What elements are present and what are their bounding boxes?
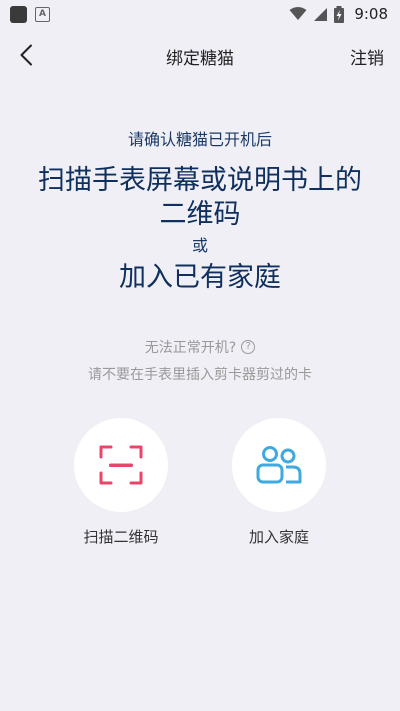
instruction-line-2: 二维码 — [159, 199, 241, 230]
scan-qr-circle[interactable] — [74, 418, 168, 512]
instruction-subtitle: 请确认糖猫已开机后 — [127, 130, 272, 149]
a-notification-icon: A — [35, 6, 50, 22]
status-time: 9:08 — [354, 5, 388, 23]
instruction-line-3: 加入已有家庭 — [119, 262, 281, 293]
battery-charging-icon — [334, 5, 345, 23]
sim-warning-text: 请不要在手表里插入剪卡器剪过的卡 — [88, 367, 312, 383]
instruction-line-1: 扫描手表屏幕或说明书上的 — [38, 165, 362, 196]
power-on-hint-text: 无法正常开机? — [144, 340, 237, 356]
scan-icon — [99, 445, 143, 485]
family-icon — [256, 446, 302, 484]
join-family-circle[interactable] — [232, 418, 326, 512]
app-square-icon — [10, 5, 27, 23]
join-family-button[interactable]: 加入家庭 — [229, 418, 329, 547]
status-bar: A 9:08 — [0, 0, 400, 28]
instruction-or: 或 — [191, 236, 208, 255]
logout-button[interactable]: 注销 — [350, 44, 384, 69]
instruction-block: 请确认糖猫已开机后 扫描手表屏幕或说明书上的 二维码 或 加入已有家庭 — [0, 128, 400, 296]
join-family-label: 加入家庭 — [248, 528, 309, 546]
wifi-icon — [289, 7, 307, 20]
question-circle-icon[interactable]: ? — [241, 340, 256, 354]
page-title: 绑定糖猫 — [166, 49, 234, 69]
scan-qr-button[interactable]: 扫描二维码 — [71, 418, 171, 547]
scan-qr-label: 扫描二维码 — [83, 528, 159, 546]
header: 绑定糖猫 注销 — [0, 28, 400, 82]
signal-icon — [314, 7, 328, 21]
power-on-hint[interactable]: 无法正常开机? ? — [0, 337, 400, 357]
